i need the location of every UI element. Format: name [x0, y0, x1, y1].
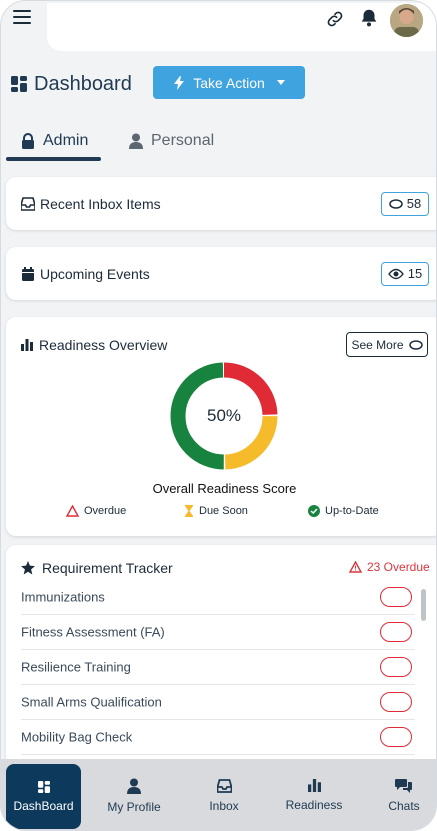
recent-inbox-card[interactable]: Recent Inbox Items 58 — [6, 177, 436, 230]
nav-inbox-label: Inbox — [209, 798, 239, 813]
upcoming-events-count: 15 — [407, 266, 423, 281]
menu-icon[interactable] — [13, 10, 31, 26]
tracker-scrollbar[interactable] — [421, 589, 426, 621]
nav-readiness-label: Readiness — [285, 798, 343, 812]
take-action-label: Take Action — [193, 74, 265, 91]
tracker-row[interactable]: Resilience Training — [21, 650, 415, 685]
readiness-header: Readiness Overview — [21, 337, 167, 353]
requirement-tracker-card: Requirement Tracker 23 Overdue Immunizat… — [6, 545, 436, 785]
inbox-icon — [21, 196, 35, 211]
upcoming-events-count-badge[interactable]: 15 — [381, 261, 429, 286]
tracker-header: Requirement Tracker — [21, 560, 173, 576]
take-action-button[interactable]: Take Action — [153, 66, 305, 99]
chat-icon — [395, 779, 412, 793]
tracker-row[interactable]: Immunizations — [21, 580, 415, 615]
see-more-button[interactable]: See More — [346, 332, 428, 357]
legend-overdue-label: Overdue — [84, 505, 127, 517]
tracker-row-name: Small Arms Qualification — [21, 694, 162, 710]
legend-up-to-date-label: Up-to-Date — [325, 505, 379, 517]
star-icon — [21, 561, 35, 575]
chevron-down-icon — [276, 80, 285, 85]
triangle-warning-icon — [66, 505, 79, 517]
recent-inbox-count: 58 — [406, 196, 422, 211]
bottom-nav: DashBoard My Profile Inbox Readiness Cha… — [1, 759, 436, 830]
inbox-icon — [216, 778, 232, 793]
calendar-icon — [22, 266, 34, 281]
nav-my-profile-label: My Profile — [107, 799, 161, 814]
active-tab-indicator — [6, 157, 101, 161]
nav-chats-label: Chats — [388, 799, 420, 813]
tracker-row[interactable]: Fitness Assessment (FA) — [21, 615, 415, 650]
readiness-title: Readiness Overview — [39, 337, 168, 353]
tab-admin[interactable]: Admin — [21, 129, 88, 153]
tracker-row[interactable]: Small Arms Qualification — [21, 685, 415, 720]
tracker-overdue-label: 23 Overdue — [367, 560, 430, 574]
overdue-status-pill — [380, 587, 412, 607]
upcoming-events-card[interactable]: Upcoming Events 15 — [6, 247, 436, 300]
overdue-status-pill — [380, 727, 412, 747]
page-title-text: Dashboard — [34, 72, 132, 95]
nav-dashboard-label: DashBoard — [13, 798, 74, 813]
user-icon — [129, 133, 143, 149]
tab-admin-label: Admin — [43, 132, 89, 149]
legend-overdue: Overdue — [66, 505, 126, 517]
tracker-row-name: Fitness Assessment (FA) — [21, 624, 165, 640]
readiness-overview-card: Readiness Overview See More 50% Overall … — [6, 317, 436, 536]
tracker-row[interactable]: Mobility Bag Check — [21, 720, 415, 755]
overdue-status-pill — [380, 657, 412, 677]
tracker-row-name: Resilience Training — [21, 659, 131, 675]
check-circle-icon — [308, 505, 320, 517]
page-title: Dashboard — [11, 71, 132, 97]
tracker-title: Requirement Tracker — [42, 560, 173, 576]
nav-chats[interactable]: Chats — [371, 759, 436, 830]
hourglass-icon — [185, 505, 193, 517]
nav-my-profile[interactable]: My Profile — [94, 759, 174, 830]
readiness-score-title: Overall Readiness Score — [152, 481, 297, 496]
overdue-status-pill — [380, 622, 412, 642]
eye-icon — [387, 268, 404, 279]
recent-inbox-label: Recent Inbox Items — [40, 195, 161, 212]
nav-inbox[interactable]: Inbox — [189, 759, 259, 830]
tracker-row-name: Immunizations — [21, 589, 105, 605]
dashboard-icon — [11, 76, 27, 92]
readiness-percent: 50% — [206, 406, 242, 425]
triangle-warning-icon — [349, 561, 362, 573]
overdue-status-pill — [380, 692, 412, 712]
nav-dashboard[interactable]: DashBoard — [6, 764, 81, 829]
nav-readiness[interactable]: Readiness — [274, 759, 354, 830]
tab-personal[interactable]: Personal — [129, 129, 214, 153]
ellipse-icon — [389, 198, 403, 209]
bar-chart-icon — [21, 339, 33, 351]
app-frame: Dashboard Take Action Admin Personal Rec… — [0, 0, 437, 831]
recent-inbox-count-badge[interactable]: 58 — [381, 191, 429, 216]
user-icon — [127, 778, 141, 794]
lock-icon — [22, 133, 34, 149]
legend-due-soon: Due Soon — [184, 505, 248, 517]
upcoming-events-label: Upcoming Events — [40, 265, 150, 282]
bar-chart-icon — [307, 779, 321, 792]
bolt-icon — [174, 75, 185, 90]
top-bar — [1, 1, 436, 59]
tracker-overdue-count: 23 Overdue — [349, 560, 430, 574]
link-icon[interactable] — [325, 9, 345, 29]
tracker-row-name: Mobility Bag Check — [21, 729, 133, 745]
tab-personal-label: Personal — [151, 132, 215, 149]
avatar[interactable] — [390, 4, 423, 37]
bell-icon[interactable] — [358, 7, 380, 29]
legend-due-soon-label: Due Soon — [199, 505, 248, 517]
see-more-label: See More — [351, 337, 404, 352]
ellipse-icon — [408, 339, 423, 350]
legend-up-to-date: Up-to-Date — [308, 505, 379, 517]
dashboard-icon — [37, 780, 50, 793]
